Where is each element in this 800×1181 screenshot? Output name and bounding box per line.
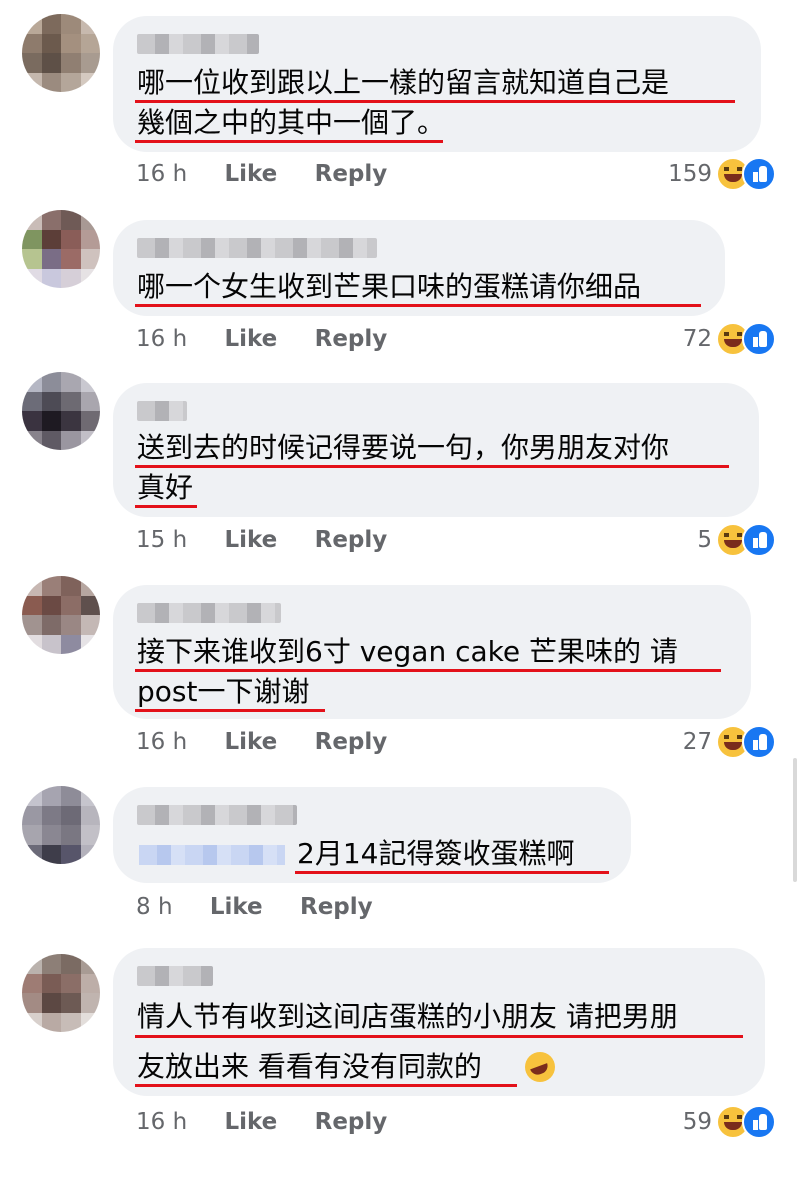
commenter-name-blurred[interactable] — [137, 401, 187, 421]
avatar[interactable] — [22, 786, 100, 864]
avatar[interactable] — [22, 372, 100, 450]
like-link[interactable]: Like — [224, 527, 277, 553]
avatar[interactable] — [22, 954, 100, 1032]
rofl-emoji-icon — [525, 1052, 555, 1082]
commenter-name-blurred[interactable] — [137, 603, 281, 623]
reaction-summary[interactable]: 159 — [668, 157, 776, 191]
avatar[interactable] — [22, 210, 100, 288]
comment-actions: 16 h Like Reply — [136, 729, 387, 755]
reaction-count: 72 — [682, 326, 712, 352]
comment-text-line: 幾個之中的其中一個了。 — [137, 106, 446, 139]
like-link[interactable]: Like — [224, 1109, 277, 1135]
red-underline — [135, 669, 721, 672]
reaction-summary[interactable]: 27 — [683, 725, 776, 759]
comment-text-line: 送到去的时候记得要说一句，你男朋友对你 — [137, 431, 670, 464]
reply-link[interactable]: Reply — [315, 326, 388, 352]
comment-time[interactable]: 16 h — [136, 326, 187, 352]
comment-actions: 16 h Like Reply — [136, 161, 387, 187]
comment-bubble: 送到去的时候记得要说一句，你男朋友对你 真好 — [113, 383, 759, 517]
reaction-count: 27 — [682, 729, 712, 755]
comment-time[interactable]: 8 h — [136, 894, 173, 920]
red-underline — [135, 465, 729, 468]
comment-text-line: 哪一个女生收到芒果口味的蛋糕请你细品 — [137, 270, 642, 303]
comment-text-line: 情人节有收到这间店蛋糕的小朋友 请把男朋 — [137, 1000, 678, 1033]
red-underline — [135, 100, 735, 103]
avatar[interactable] — [22, 576, 100, 654]
commenter-name-blurred[interactable] — [137, 238, 377, 258]
reaction-count: 59 — [682, 1109, 712, 1135]
comment-text-line: 真好 — [137, 471, 194, 504]
comment-text-line: 哪一位收到跟以上一樣的留言就知道自己是 — [137, 66, 670, 99]
commenter-name-blurred[interactable] — [137, 34, 259, 54]
scrollbar[interactable] — [793, 758, 797, 882]
reaction-summary[interactable]: 5 — [697, 523, 776, 557]
comment-text-line: 接下来谁收到6寸 vegan cake 芒果味的 请 — [137, 635, 678, 668]
like-reaction-icon — [742, 322, 776, 356]
comment-bubble: 哪一位收到跟以上一樣的留言就知道自己是 幾個之中的其中一個了。 — [113, 16, 761, 152]
comment-actions: 8 h Like Reply — [136, 894, 373, 920]
like-reaction-icon — [742, 157, 776, 191]
comment-actions: 15 h Like Reply — [136, 527, 387, 553]
reply-link[interactable]: Reply — [300, 894, 373, 920]
commenter-name-blurred[interactable] — [137, 805, 297, 825]
like-reaction-icon — [742, 1105, 776, 1139]
like-reaction-icon — [742, 725, 776, 759]
comment-text-line: 2月14記得簽收蛋糕啊 — [297, 837, 575, 870]
like-link[interactable]: Like — [224, 729, 277, 755]
comment-text-line: post一下谢谢 — [137, 675, 310, 708]
comment-bubble: 2月14記得簽收蛋糕啊 — [113, 787, 631, 883]
reply-link[interactable]: Reply — [315, 729, 388, 755]
like-link[interactable]: Like — [210, 894, 263, 920]
comment-time[interactable]: 15 h — [136, 527, 187, 553]
like-link[interactable]: Like — [224, 161, 277, 187]
comment-actions: 16 h Like Reply — [136, 1109, 387, 1135]
red-underline — [135, 140, 443, 143]
red-underline — [295, 871, 609, 874]
reply-link[interactable]: Reply — [315, 161, 388, 187]
comment-bubble: 接下来谁收到6寸 vegan cake 芒果味的 请 post一下谢谢 — [113, 585, 751, 719]
comment-bubble: 情人节有收到这间店蛋糕的小朋友 请把男朋 友放出来 看看有没有同款的 — [113, 948, 765, 1096]
like-link[interactable]: Like — [224, 326, 277, 352]
red-underline — [135, 505, 197, 508]
comment-time[interactable]: 16 h — [136, 1109, 187, 1135]
red-underline — [135, 304, 701, 307]
reaction-summary[interactable]: 72 — [683, 322, 776, 356]
reaction-count: 5 — [697, 527, 712, 553]
comment-actions: 16 h Like Reply — [136, 326, 387, 352]
comment-text-line: 友放出来 看看有没有同款的 — [137, 1050, 482, 1083]
red-underline — [135, 1035, 743, 1038]
comment-time[interactable]: 16 h — [136, 729, 187, 755]
mentioned-name-blurred[interactable] — [139, 845, 285, 865]
commenter-name-blurred[interactable] — [137, 966, 213, 986]
like-reaction-icon — [742, 523, 776, 557]
reply-link[interactable]: Reply — [315, 527, 388, 553]
red-underline — [135, 709, 325, 712]
reply-link[interactable]: Reply — [315, 1109, 388, 1135]
avatar[interactable] — [22, 14, 100, 92]
comment-bubble: 哪一个女生收到芒果口味的蛋糕请你细品 — [113, 220, 725, 316]
reaction-count: 159 — [668, 161, 712, 187]
comment-time[interactable]: 16 h — [136, 161, 187, 187]
red-underline — [135, 1084, 517, 1087]
reaction-summary[interactable]: 59 — [683, 1105, 776, 1139]
